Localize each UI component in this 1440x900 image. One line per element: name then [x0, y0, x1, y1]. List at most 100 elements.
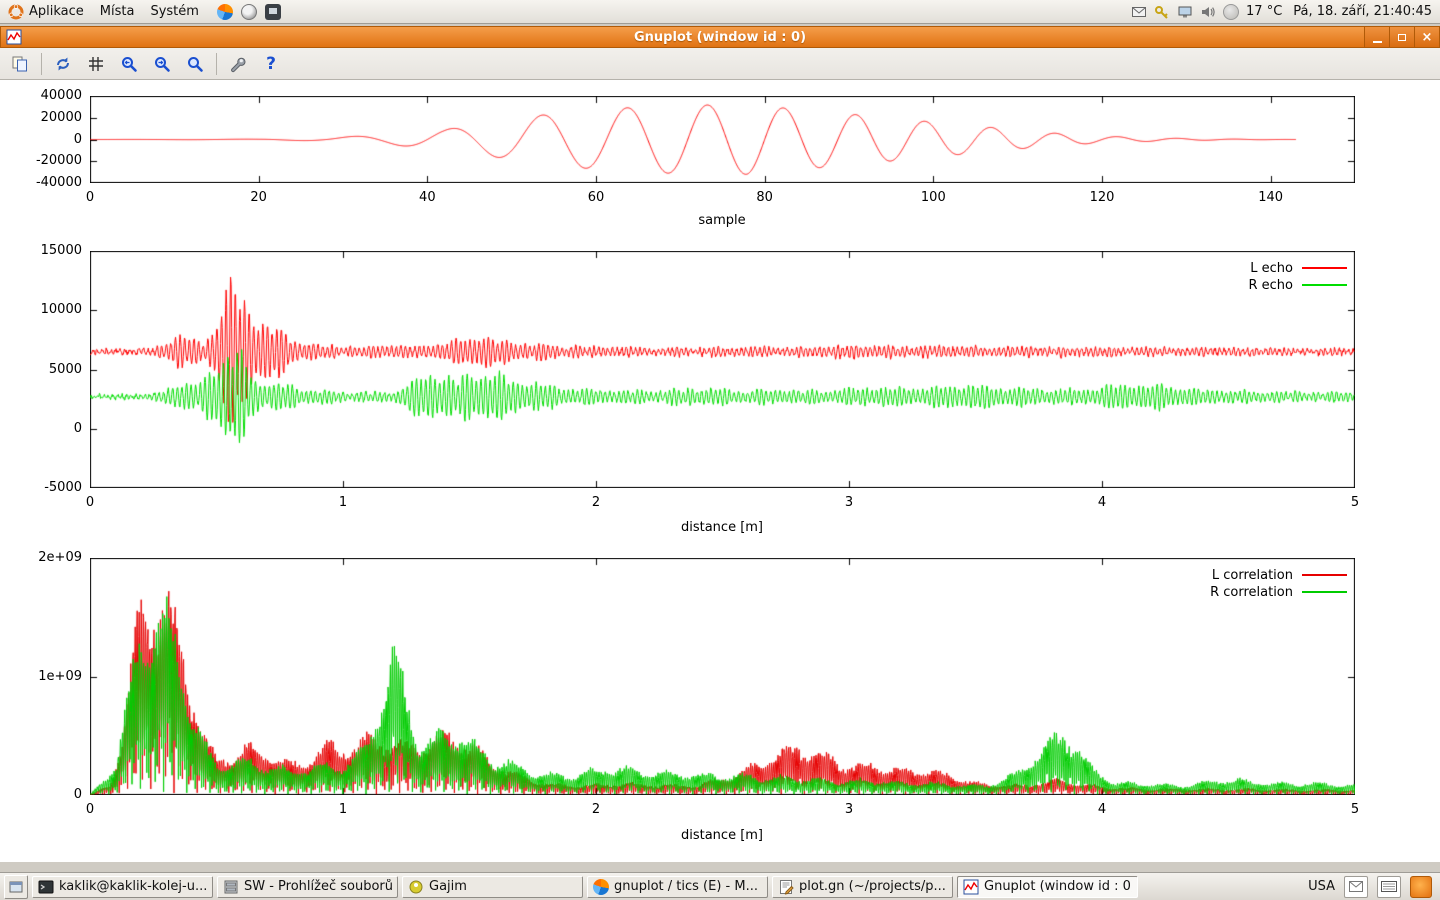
y-tick-label: 40000: [2, 88, 82, 103]
legend-entry: L correlation: [1212, 567, 1347, 583]
y-tick-label: -5000: [2, 480, 82, 495]
mail-icon: [1349, 881, 1363, 892]
close-icon: ×: [1422, 31, 1433, 44]
x-tick-label: 2: [566, 495, 626, 510]
y-tick-label: 1e+09: [2, 669, 82, 684]
show-desktop-button[interactable]: [4, 875, 28, 899]
desktop: Aplikace Místa Systém: [0, 0, 1440, 900]
task-terminal[interactable]: kaklik@kaklik-kolej-u...: [32, 876, 213, 898]
legend-entry: R echo: [1248, 277, 1347, 293]
close-button[interactable]: ×: [1414, 27, 1439, 47]
echo-chart-canvas[interactable]: [90, 251, 1355, 488]
help-launcher-icon[interactable]: [241, 4, 257, 20]
task-gajim[interactable]: Gajim: [402, 876, 583, 898]
task-gnuplot[interactable]: Gnuplot (window id : 0): [957, 876, 1138, 898]
x-tick-label: 1: [313, 495, 373, 510]
grid-icon: [88, 56, 104, 72]
toolbar-separator: [216, 53, 217, 75]
mail-tray-button[interactable]: [1344, 876, 1368, 898]
gajim-icon: [408, 879, 424, 895]
temperature-readout: 17 °C: [1246, 4, 1282, 19]
y-tick-label: 0: [2, 787, 82, 802]
autoscale-button[interactable]: [183, 52, 207, 76]
display-icon[interactable]: [1177, 4, 1193, 20]
keyboard-icon: [1381, 881, 1397, 892]
key-icon[interactable]: [1154, 4, 1170, 20]
y-tick-label: 15000: [2, 243, 82, 258]
legend-entry: R correlation: [1210, 584, 1347, 600]
weather-icon[interactable]: [1223, 4, 1239, 20]
y-tick-label: 0: [2, 132, 82, 147]
zoom-previous-button[interactable]: [117, 52, 141, 76]
zoom-next-icon: [153, 55, 171, 73]
menu-places[interactable]: Místa: [92, 0, 143, 24]
panel-launchers: [217, 4, 281, 20]
minimize-button[interactable]: [1364, 27, 1389, 47]
mail-notification-icon[interactable]: [1131, 4, 1147, 20]
task-label: Gnuplot (window id : 0): [984, 879, 1132, 894]
menu-system[interactable]: Systém: [142, 0, 206, 24]
text-editor-icon: [778, 879, 794, 895]
y-tick-label: 20000: [2, 110, 82, 125]
zoom-previous-icon: [120, 55, 138, 73]
task-firefox[interactable]: gnuplot / tics (E) - M...: [587, 876, 768, 898]
legend-line-sample: [1302, 267, 1347, 269]
toggle-grid-button[interactable]: [84, 52, 108, 76]
chirp-chart-xlabel: sample: [698, 213, 745, 228]
help-icon: ?: [266, 54, 276, 74]
x-tick-label: 20: [229, 190, 289, 205]
echo-chart-xlabel: distance [m]: [681, 520, 763, 535]
maximize-button[interactable]: [1389, 27, 1414, 47]
window-title: Gnuplot (window id : 0): [1, 30, 1439, 45]
help-button[interactable]: ?: [259, 52, 283, 76]
gnuplot-toolbar: ?: [0, 48, 1440, 80]
task-file-manager[interactable]: SW - Prohlížeč souborů: [217, 876, 398, 898]
x-tick-label: 0: [60, 190, 120, 205]
y-tick-label: -40000: [2, 175, 82, 190]
plot-area: sample distance [m] distance [m] 0204060…: [0, 80, 1440, 862]
task-label: Gajim: [429, 879, 467, 894]
x-tick-label: 4: [1072, 802, 1132, 817]
firefox-icon: [593, 879, 609, 895]
x-tick-label: 5: [1325, 495, 1385, 510]
trash-applet-icon[interactable]: [1410, 876, 1432, 898]
copy-clipboard-button[interactable]: [8, 52, 32, 76]
x-tick-label: 3: [819, 802, 879, 817]
x-tick-label: 3: [819, 495, 879, 510]
keyboard-layout-indicator[interactable]: USA: [1308, 879, 1335, 894]
clock-applet[interactable]: Pá, 18. září, 21:40:45: [1289, 4, 1432, 19]
menu-applications[interactable]: Aplikace: [0, 0, 92, 24]
configure-button[interactable]: [226, 52, 250, 76]
copy-icon: [11, 55, 29, 73]
x-tick-label: 40: [397, 190, 457, 205]
x-tick-label: 120: [1072, 190, 1132, 205]
y-tick-label: 10000: [2, 302, 82, 317]
task-text-editor[interactable]: plot.gn (~/projects/p...: [772, 876, 953, 898]
x-tick-label: 60: [566, 190, 626, 205]
x-tick-label: 100: [903, 190, 963, 205]
x-tick-label: 1: [313, 802, 373, 817]
maximize-icon: [1398, 34, 1406, 41]
show-desktop-icon: [9, 880, 23, 894]
x-tick-label: 5: [1325, 802, 1385, 817]
task-label: kaklik@kaklik-kolej-u...: [59, 879, 207, 894]
screenshot-launcher-icon[interactable]: [265, 4, 281, 20]
correlation-chart-canvas[interactable]: [90, 558, 1355, 795]
x-tick-label: 140: [1241, 190, 1301, 205]
volume-icon[interactable]: [1200, 4, 1216, 20]
replot-button[interactable]: [51, 52, 75, 76]
task-label: gnuplot / tics (E) - M...: [614, 879, 758, 894]
zoom-next-button[interactable]: [150, 52, 174, 76]
y-tick-label: 5000: [2, 362, 82, 377]
firefox-launcher-icon[interactable]: [217, 4, 233, 20]
task-label: plot.gn (~/projects/p...: [799, 879, 946, 894]
y-tick-label: 2e+09: [2, 550, 82, 565]
legend-label: R correlation: [1210, 585, 1293, 600]
keyboard-tray-button[interactable]: [1377, 876, 1401, 898]
gnuplot-titlebar[interactable]: Gnuplot (window id : 0) ×: [0, 26, 1440, 48]
autoscale-icon: [186, 55, 204, 73]
x-tick-label: 0: [60, 495, 120, 510]
chirp-chart-canvas[interactable]: [90, 96, 1355, 183]
correlation-chart-xlabel: distance [m]: [681, 828, 763, 843]
legend-line-sample: [1302, 591, 1347, 593]
